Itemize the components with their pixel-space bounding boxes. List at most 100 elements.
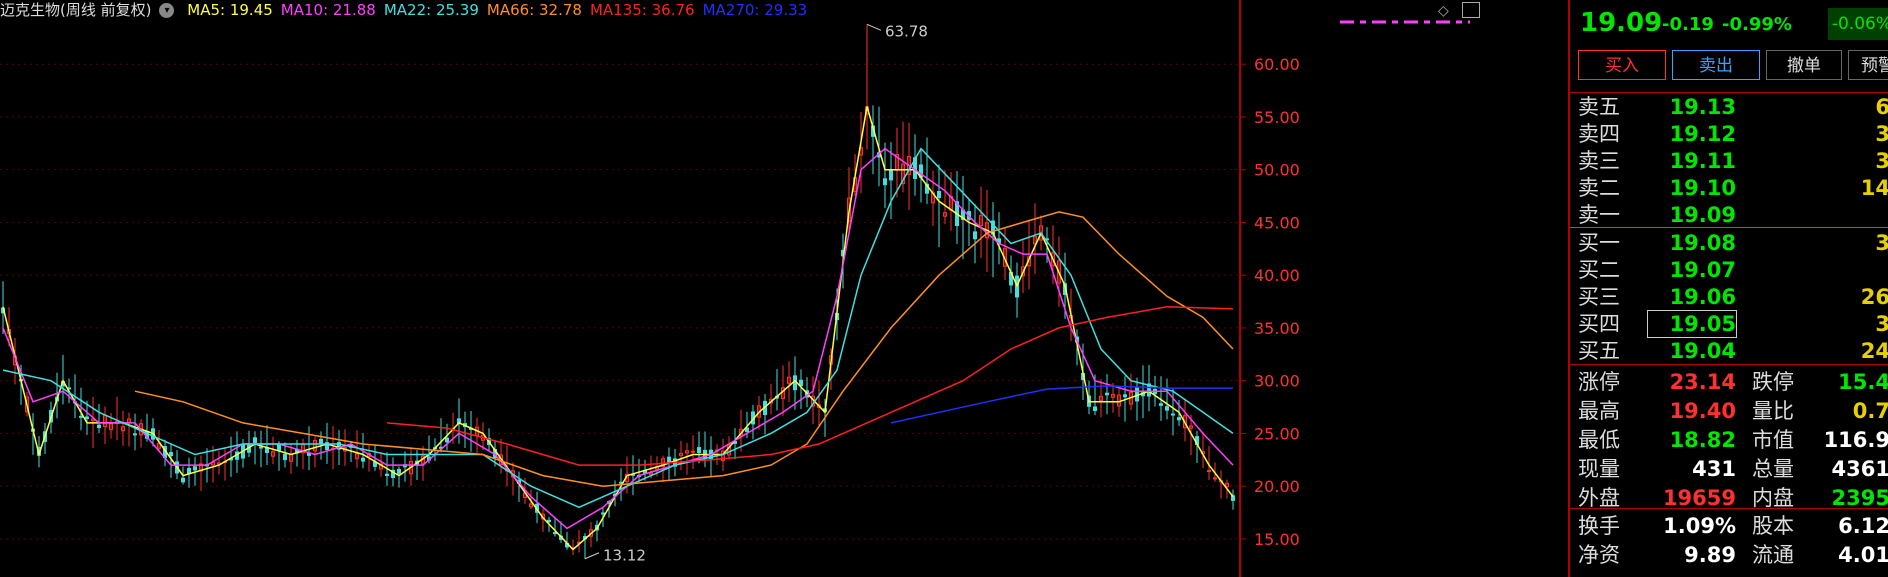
book-price: 19.05 (1647, 310, 1737, 338)
book-price: 19.10 (1669, 176, 1736, 200)
book-volume: 3 (1875, 122, 1888, 146)
y-tick-label: 20.00 (1254, 477, 1300, 496)
candle-body (667, 456, 671, 464)
ma-label: MA22: 25.39 (383, 1, 479, 19)
candle-body (973, 231, 977, 240)
candle-body (319, 438, 323, 445)
stat-label: 最高 (1578, 399, 1620, 423)
candle-body (277, 444, 281, 451)
book-price: 19.04 (1669, 339, 1736, 363)
y-tick-label: 40.00 (1254, 266, 1300, 285)
ma-legend: MA5: 19.45 MA10: 21.88 MA22: 25.39 MA66: 32… (187, 1, 815, 19)
stat-label: 流通 (1752, 543, 1794, 567)
candle-body (547, 519, 551, 523)
dropdown-icon[interactable]: ▾ (159, 3, 175, 18)
candle-body (1207, 469, 1211, 472)
cancel-order-button[interactable]: 撤单 (1766, 50, 1842, 80)
stat-label: 涨停 (1578, 370, 1620, 394)
buy-button[interactable]: 买入 (1578, 50, 1666, 80)
candle-body (553, 532, 557, 535)
book-price: 19.09 (1669, 203, 1736, 227)
ma-label: MA5: 19.45 (187, 1, 273, 19)
alert-button[interactable]: 预警 (1848, 50, 1888, 80)
stat-value: 1.09% (1663, 514, 1736, 538)
chart-title: 迈克生物(周线 前复权) (0, 1, 152, 19)
book-row[interactable]: 买三 19.06 26 (1570, 284, 1888, 310)
book-level-label: 买三 (1578, 285, 1620, 309)
candle-body (79, 415, 83, 418)
extreme-label: 63.78 (885, 22, 928, 40)
book-price: 19.07 (1669, 258, 1736, 282)
y-tick-label: 45.00 (1254, 213, 1300, 232)
candle-body (1165, 406, 1169, 411)
book-level-label: 卖二 (1578, 176, 1620, 200)
panel-toggle-icon[interactable] (1462, 2, 1480, 18)
book-row[interactable]: 卖四 19.12 3 (1570, 121, 1888, 147)
candle-body (1159, 403, 1163, 406)
stat-label: 现量 (1578, 457, 1620, 481)
book-row[interactable]: 卖五 19.13 6 (1570, 94, 1888, 120)
stat-value: 15.4 (1838, 370, 1888, 394)
ma-label: MA270: 29.33 (702, 1, 808, 19)
change-right: -0.06% (1828, 8, 1888, 40)
stat-row: 最低 18.82 市值 116.9 (1570, 427, 1888, 453)
ma-label: MA10: 21.88 (280, 1, 376, 19)
candle-body (385, 473, 389, 476)
candle-body (85, 416, 89, 419)
y-tick-label: 60.00 (1254, 55, 1300, 74)
ma-label: MA66: 32.78 (486, 1, 582, 19)
book-row[interactable]: 买二 19.07 (1570, 257, 1888, 283)
kline-chart-panel[interactable]: 60.00 55.00 50.00 45.00 40.00 35.00 30.00 25.00… (0, 0, 1568, 577)
candle-body (193, 466, 197, 471)
stat-value: 431 (1692, 457, 1736, 481)
stat-row: 现量 431 总量 4361 (1570, 456, 1888, 482)
candle-body (1105, 392, 1109, 396)
y-tick-label: 35.00 (1254, 319, 1300, 338)
book-volume: 6 (1875, 95, 1888, 119)
ma-label: MA135: 36.76 (589, 1, 695, 19)
book-level-label: 买五 (1578, 339, 1620, 363)
book-level-label: 卖五 (1578, 95, 1620, 119)
book-level-label: 买四 (1578, 312, 1620, 336)
price-change: -0.19 (1662, 14, 1714, 35)
candle-body (169, 452, 173, 457)
candle-body (283, 453, 287, 461)
book-volume: 3 (1875, 312, 1888, 336)
candlestick-chart[interactable]: 60.00 55.00 50.00 45.00 40.00 35.00 30.00 25.00… (0, 0, 1568, 577)
candle-body (1123, 394, 1127, 398)
y-tick-label: 25.00 (1254, 424, 1300, 443)
stat-label: 市值 (1752, 428, 1794, 452)
stat-label: 股本 (1752, 514, 1794, 538)
annotation-pointer (584, 552, 600, 560)
stat-value: 9.89 (1684, 543, 1736, 567)
ma-line-ma66 (134, 211, 1234, 487)
candle-body (601, 512, 605, 515)
book-volume: 24 (1860, 339, 1888, 363)
stat-value: 4361 (1831, 457, 1888, 481)
stat-value: 6.12 (1838, 514, 1888, 538)
candle-body (691, 450, 695, 453)
price-change-pct: -0.99% (1722, 14, 1792, 35)
book-row[interactable]: 卖三 19.11 3 (1570, 148, 1888, 174)
stat-value: 18.82 (1669, 428, 1736, 452)
stat-label: 量比 (1752, 399, 1794, 423)
book-level-label: 买一 (1578, 231, 1620, 255)
book-volume: 3 (1875, 149, 1888, 173)
sell-button[interactable]: 卖出 (1672, 50, 1760, 80)
book-row[interactable]: 卖一 19.09 (1570, 202, 1888, 228)
candle-body (445, 437, 449, 443)
book-row[interactable]: 买五 19.04 24 (1570, 338, 1888, 364)
book-level-label: 卖三 (1578, 149, 1620, 173)
stat-value: 19.40 (1669, 399, 1736, 423)
stat-row: 净资 9.89 流通 4.01 (1570, 542, 1888, 568)
stat-label: 跌停 (1752, 370, 1794, 394)
candle-body (889, 169, 893, 181)
stat-label: 净资 (1578, 543, 1620, 567)
chart-settings-icon[interactable]: ◇ (1438, 3, 1449, 19)
book-level-label: 买二 (1578, 258, 1620, 282)
book-row[interactable]: 卖二 19.10 14 (1570, 175, 1888, 201)
book-level-label: 卖四 (1578, 122, 1620, 146)
y-tick-label: 50.00 (1254, 161, 1300, 180)
book-row[interactable]: 买四 19.05 3 (1570, 310, 1888, 338)
book-row[interactable]: 买一 19.08 3 (1570, 230, 1888, 256)
